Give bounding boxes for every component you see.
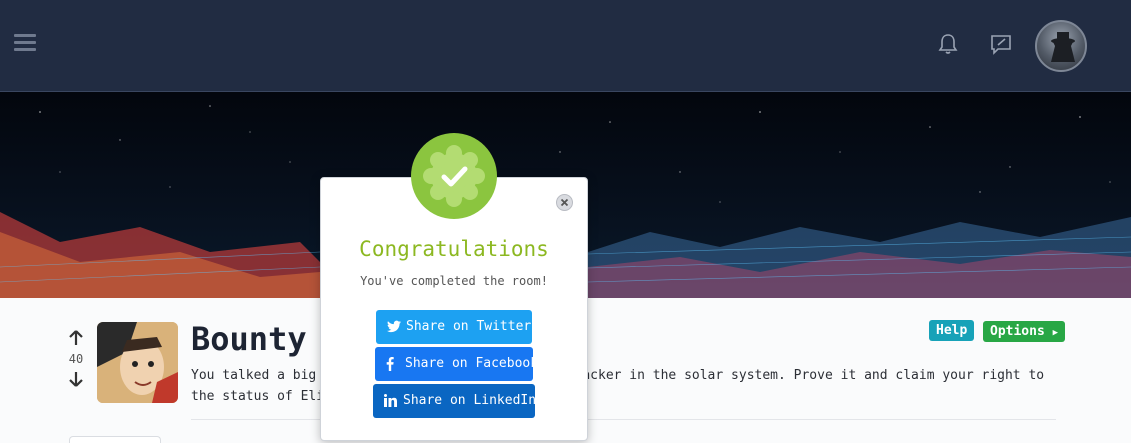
upvote-arrow-icon[interactable] — [66, 328, 86, 348]
share-facebook-button[interactable]: Share on Facebook — [375, 347, 538, 381]
hamburger-menu-icon[interactable] — [14, 34, 36, 54]
user-avatar[interactable] — [1035, 20, 1087, 72]
edit-note-icon[interactable] — [988, 31, 1014, 57]
help-button[interactable]: Help — [929, 320, 975, 341]
room-title: Bounty — [191, 320, 307, 358]
share-linkedin-button[interactable]: Share on LinkedIn — [373, 384, 537, 418]
downvote-arrow-icon[interactable] — [66, 369, 86, 389]
vote-count: 40 — [68, 352, 84, 366]
share-twitter-button[interactable]: Share on Twitter — [376, 310, 532, 344]
options-label: Options — [990, 324, 1045, 339]
room-image — [97, 322, 178, 403]
task-tab[interactable] — [69, 436, 161, 443]
share-twitter-label: Share on Twitter — [406, 319, 532, 334]
bell-icon[interactable] — [935, 31, 961, 57]
completed-badge-icon — [411, 133, 497, 219]
twitter-icon — [387, 320, 401, 333]
modal-subtitle: You've completed the room! — [360, 274, 548, 288]
facebook-icon — [386, 357, 394, 371]
share-linkedin-label: Share on LinkedIn — [403, 393, 537, 408]
modal-title: Congratulations — [359, 237, 549, 261]
options-button[interactable]: Options ▶ — [983, 321, 1066, 342]
linkedin-icon — [384, 394, 397, 407]
top-navbar — [0, 0, 1131, 92]
share-facebook-label: Share on Facebook — [405, 356, 539, 371]
vote-widget: 40 — [66, 328, 86, 389]
close-icon[interactable] — [556, 194, 573, 211]
caret-right-icon: ▶ — [1052, 328, 1059, 338]
